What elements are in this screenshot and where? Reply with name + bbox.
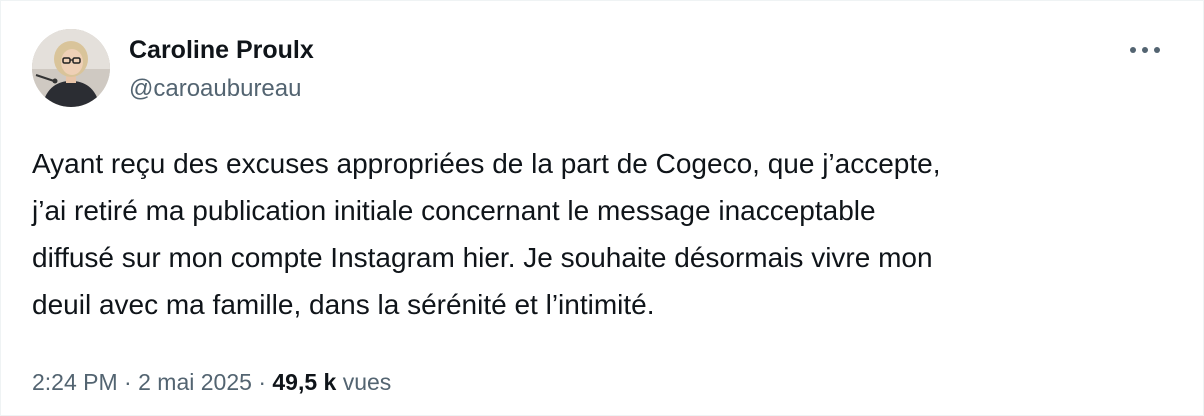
tweet-meta: 2:24 PM · 2 mai 2025 · 49,5 k vues [32,367,391,397]
avatar-photo-icon [32,29,110,107]
author-handle[interactable]: @caroaubureau [129,74,301,104]
tweet-card: Caroline Proulx @caroaubureau Ayant reçu… [0,0,1204,416]
author-avatar[interactable] [32,29,110,107]
meta-separator: · [258,369,266,395]
tweet-text: Ayant reçu des excuses appropriées de la… [32,148,941,320]
more-horizontal-icon [1130,47,1160,53]
views-count[interactable]: 49,5 k [272,367,336,397]
more-options-button[interactable] [1123,37,1167,63]
meta-separator: · [124,369,132,395]
author-name[interactable]: Caroline Proulx [129,35,314,65]
tweet-time[interactable]: 2:24 PM [32,367,118,397]
views-label: vues [342,369,392,395]
tweet-date[interactable]: 2 mai 2025 [138,367,252,397]
